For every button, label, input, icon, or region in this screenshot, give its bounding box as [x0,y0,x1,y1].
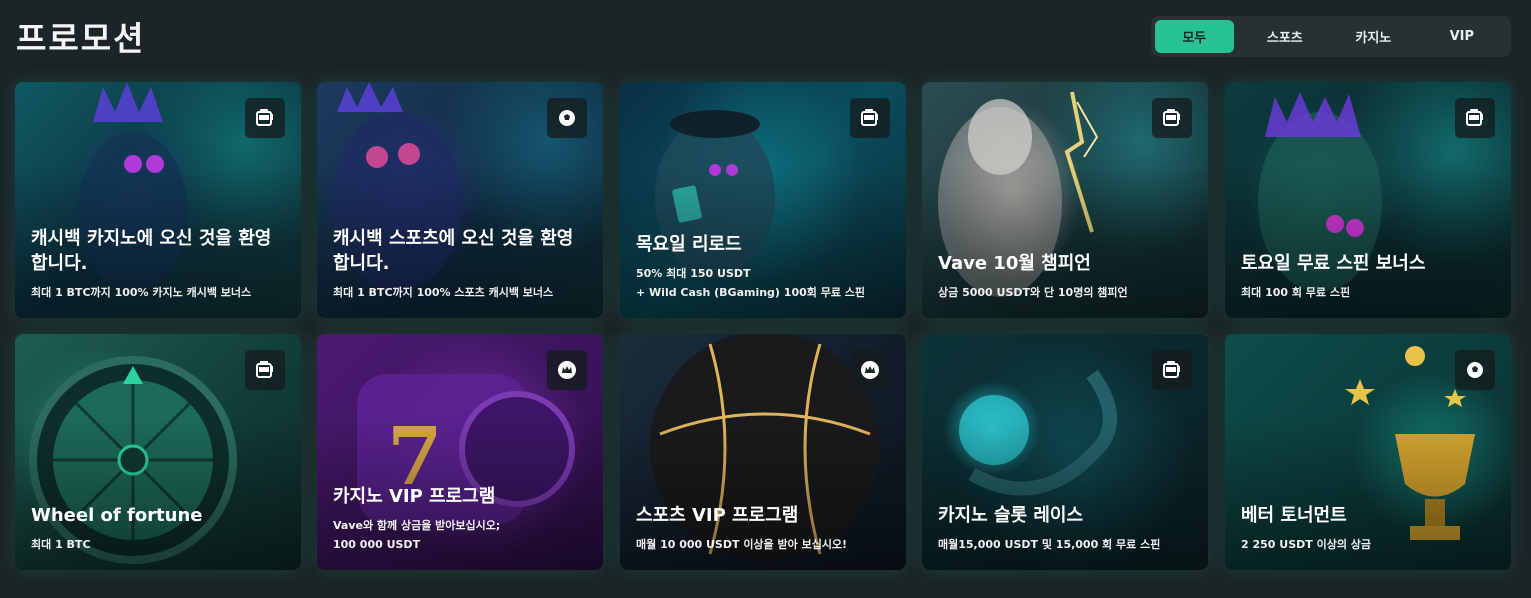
tab-casino[interactable]: 카지노 [1330,20,1416,53]
tab-sports[interactable]: 스포츠 [1242,20,1328,53]
promo-description: Vave와 함께 상금을 받아보십시오; 100 000 USDT [333,519,501,551]
promo-description: 50% 최대 150 USDT + Wild Cash (BGaming) 10… [636,267,866,299]
promo-description: 최대 1 BTC [31,538,91,551]
promo-card-sports-cashback[interactable]: 캐시백 스포츠에 오신 것을 환영 합니다. 최대 1 BTC까지 100% 스… [317,82,603,318]
promo-title: Wheel of fortune [31,505,203,526]
promo-card-saturday-free-spins[interactable]: 토요일 무료 스핀 보너스 최대 100 회 무료 스핀 [1225,82,1511,318]
promo-title: 캐시백 카지노에 오신 것을 환영 합니다. [31,228,272,274]
promo-title: 캐시백 스포츠에 오신 것을 환영 합니다. [333,228,574,274]
tab-all[interactable]: 모두 [1155,20,1234,53]
slot-machine-icon [245,350,285,390]
promo-card-bettor-tournament[interactable]: 베터 토너먼트 2 250 USDT 이상의 상금 [1225,334,1511,570]
promo-card-sports-vip[interactable]: 스포츠 VIP 프로그램 매월 10 000 USDT 이상을 받아 보십시오! [620,334,906,570]
promo-card-wheel-of-fortune[interactable]: Wheel of fortune 최대 1 BTC [15,334,301,570]
soccer-ball-icon [1455,350,1495,390]
soccer-ball-icon [547,98,587,138]
promo-title: Vave 10월 챔피언 [938,253,1091,274]
promo-title: 스포츠 VIP 프로그램 [636,505,799,526]
slot-machine-icon [850,98,890,138]
promo-title: 목요일 리로드 [636,234,742,255]
promo-card-casino-cashback[interactable]: 캐시백 카지노에 오신 것을 환영 합니다. 최대 1 BTC까지 100% 카… [15,82,301,318]
promo-description: 최대 1 BTC까지 100% 스포츠 캐시백 보너스 [333,286,554,299]
promo-title: 베터 토너먼트 [1241,505,1347,526]
tab-vip[interactable]: VIP [1419,20,1505,53]
slot-machine-icon [245,98,285,138]
promo-description: 2 250 USDT 이상의 상금 [1241,538,1372,551]
promo-title: 토요일 무료 스핀 보너스 [1241,253,1426,274]
crown-icon [850,350,890,390]
promo-card-casino-vip[interactable]: 7 카지노 VIP 프로그램 Vave와 함께 상금을 받아보십시오; 100 … [317,334,603,570]
promotion-filter-tabs: 모두 스포츠 카지노 VIP [1151,16,1511,57]
promo-title: 카지노 VIP 프로그램 [333,486,496,507]
promo-description: 최대 1 BTC까지 100% 카지노 캐시백 보너스 [31,286,252,299]
slot-machine-icon [1152,98,1192,138]
promo-description: 매월15,000 USDT 및 15,000 회 무료 스핀 [938,538,1161,551]
promo-description: 상금 5000 USDT와 단 10명의 챔피언 [938,286,1128,299]
slot-machine-icon [1455,98,1495,138]
page-title: 프로모션 [16,19,146,58]
slot-machine-icon [1152,350,1192,390]
promo-title: 카지노 슬롯 레이스 [938,505,1084,526]
promo-card-thursday-reload[interactable]: 목요일 리로드 50% 최대 150 USDT + Wild Cash (BGa… [620,82,906,318]
crown-icon [547,350,587,390]
promo-description: 매월 10 000 USDT 이상을 받아 보십시오! [636,538,848,551]
promo-card-october-champion[interactable]: Vave 10월 챔피언 상금 5000 USDT와 단 10명의 챔피언 [922,82,1208,318]
promo-card-slot-race[interactable]: 카지노 슬롯 레이스 매월15,000 USDT 및 15,000 회 무료 스… [922,334,1208,570]
promo-description: 최대 100 회 무료 스핀 [1241,286,1351,299]
